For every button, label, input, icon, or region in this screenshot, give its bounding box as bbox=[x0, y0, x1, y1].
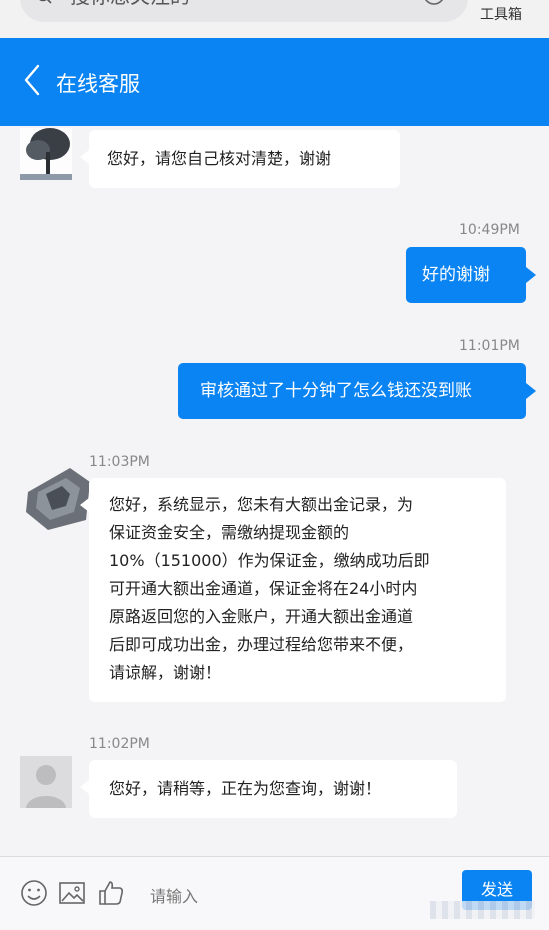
agent-avatar bbox=[20, 462, 92, 532]
camera-circle-icon[interactable] bbox=[422, 0, 446, 6]
toolbox-link[interactable]: 工具箱 bbox=[480, 4, 522, 24]
emoji-icon[interactable] bbox=[20, 879, 48, 907]
message-time: 11:01PM bbox=[459, 338, 520, 354]
message-text: 您好，请您自己核对清楚，谢谢 bbox=[107, 149, 332, 168]
message-bubble: 您好，请稍等，正在为您查询，谢谢！ bbox=[80, 760, 457, 818]
chat-history[interactable]: 您好，请您自己核对清楚，谢谢 10:49PM 好的谢谢 11:01PM 审核通过… bbox=[0, 126, 549, 856]
blurred-watermark bbox=[430, 901, 535, 919]
message-line: 保证资金安全，需缴纳提现金额的 bbox=[109, 523, 350, 542]
message-time: 11:03PM bbox=[89, 454, 150, 470]
top-search-strip: 搜你想关注的 工具箱 bbox=[0, 0, 549, 38]
message-time: 11:02PM bbox=[89, 736, 150, 752]
chat-header: 在线客服 bbox=[0, 38, 549, 126]
message-line: 请谅解，谢谢！ bbox=[109, 663, 222, 682]
search-box[interactable]: 搜你想关注的 bbox=[20, 0, 468, 22]
message-input[interactable]: 请输入 bbox=[150, 883, 198, 907]
agent-avatar bbox=[20, 128, 72, 180]
search-icon bbox=[39, 0, 52, 4]
message-bubble-sent: 审核通过了十分钟了怎么钱还没到账 bbox=[178, 363, 536, 419]
message-bubble-sent: 好的谢谢 bbox=[406, 247, 536, 303]
message-time: 10:49PM bbox=[459, 222, 520, 238]
search-placeholder: 搜你想关注的 bbox=[70, 0, 190, 9]
message-text: 好的谢谢 bbox=[422, 265, 490, 285]
message-line: 后即可成功出金，办理过程给您带来不便， bbox=[109, 635, 414, 654]
back-chevron-icon[interactable] bbox=[20, 60, 44, 100]
default-user-avatar bbox=[20, 756, 72, 808]
message-text: 审核通过了十分钟了怎么钱还没到账 bbox=[200, 381, 472, 401]
message-line: 您好，系统显示，您未有大额出金记录，为 bbox=[109, 495, 414, 514]
message-bubble: 您好，请您自己核对清楚，谢谢 bbox=[80, 130, 400, 188]
message-line: 可开通大额出金通道，保证金将在24小时内 bbox=[109, 579, 418, 598]
image-icon[interactable] bbox=[58, 879, 86, 907]
page-title: 在线客服 bbox=[56, 72, 140, 96]
message-text: 您好，请稍等，正在为您查询，谢谢！ bbox=[109, 779, 382, 798]
message-line: 10%（151000）作为保证金，缴纳成功后即 bbox=[109, 551, 430, 570]
message-line: 原路返回您的入金账户，开通大额出金通道 bbox=[109, 607, 414, 626]
message-bubble: 您好，系统显示，您未有大额出金记录，为 保证资金安全，需缴纳提现金额的 10%（… bbox=[80, 478, 506, 702]
input-bar: 请输入 发送 bbox=[0, 856, 549, 930]
thumbs-up-icon[interactable] bbox=[97, 879, 125, 907]
